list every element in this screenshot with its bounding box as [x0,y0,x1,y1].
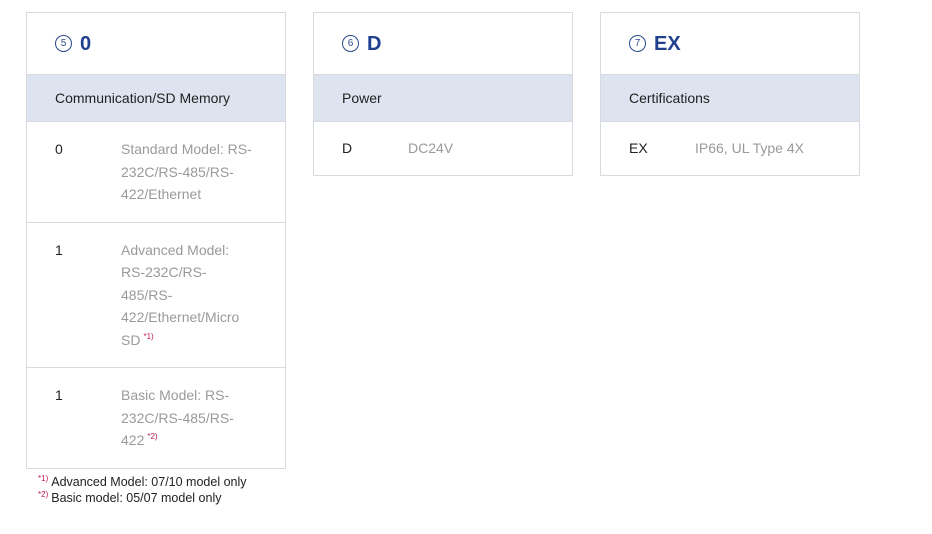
option-code: 1 [55,387,63,403]
option-description: Basic Model: RS-232C/RS-485/RS-422 *2) [121,387,234,448]
card-category: Communication/SD Memory [27,75,285,122]
option-row: 1 Advanced Model: RS-232C/RS-485/RS-422/… [27,223,285,368]
option-card-power: 6 D Power D DC24V [313,12,573,176]
option-description: DC24V [408,140,454,156]
card-header: 7 EX [601,13,859,75]
option-description: Standard Model: RS-232C/RS-485/RS-422/Et… [121,141,252,202]
option-description: IP66, UL Type 4X [695,140,804,156]
option-row: D DC24V [314,122,572,175]
option-card-certifications: 7 EX Certifications EX IP66, UL Type 4X [600,12,860,176]
option-row: 1 Basic Model: RS-232C/RS-485/RS-422 *2) [27,368,285,468]
footnote-marker: *2) [147,432,158,442]
option-row: 0 Standard Model: RS-232C/RS-485/RS-422/… [27,122,285,223]
option-card-communication: 5 0 Communication/SD Memory 0 Standard M… [26,12,286,469]
card-code: 0 [80,32,92,55]
footnote-marker: *1) [38,473,49,483]
option-code: 1 [55,241,63,258]
option-row: EX IP66, UL Type 4X [601,122,859,175]
option-code: D [342,140,353,156]
card-code: D [367,32,382,55]
footnote-text: Basic model: 05/07 model only [51,491,222,505]
card-header: 6 D [314,13,572,75]
circled-number-icon: 5 [55,35,72,52]
footnote: *1) Advanced Model: 07/10 model only [38,474,247,490]
card-category: Certifications [601,75,859,122]
circled-number-icon: 6 [342,35,359,52]
card-code: EX [654,32,681,55]
footnote: *2) Basic model: 05/07 model only [38,490,247,506]
footnote-marker: *1) [143,331,154,341]
card-category: Power [314,75,572,122]
footnote-text: Advanced Model: 07/10 model only [51,475,247,489]
option-description: Advanced Model: RS-232C/RS-485/RS-422/Et… [121,241,240,348]
footnote-marker: *2) [38,489,49,499]
circled-number-icon: 7 [629,35,646,52]
option-code: EX [629,140,648,156]
card-header: 5 0 [27,13,285,75]
option-code: 0 [55,141,63,157]
footnotes: *1) Advanced Model: 07/10 model only *2) B… [38,474,247,506]
